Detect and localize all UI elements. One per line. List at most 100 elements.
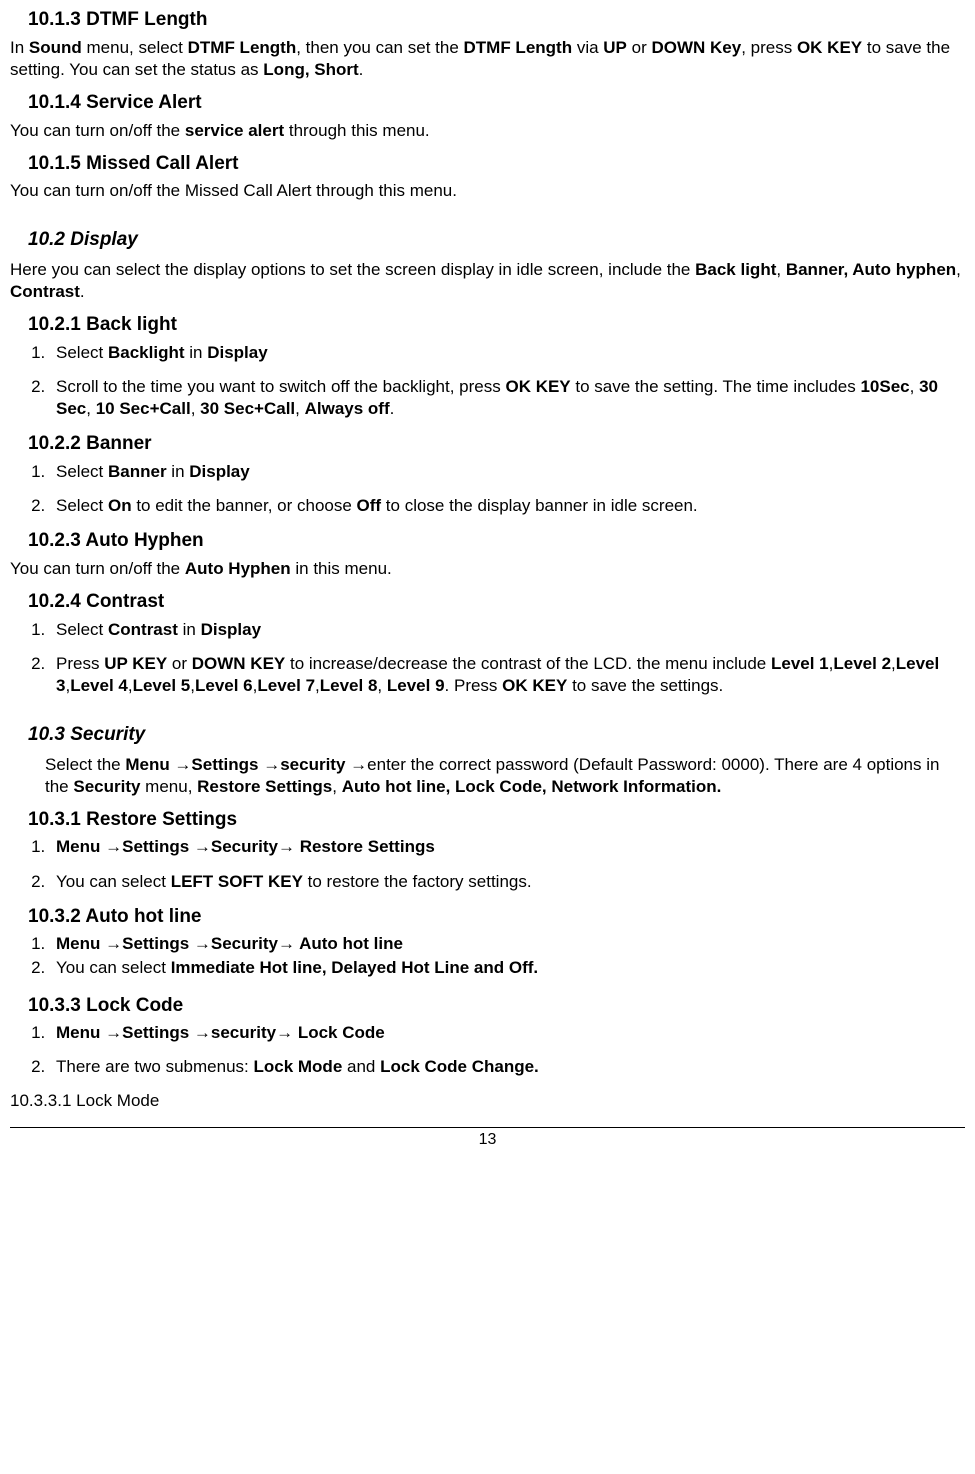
text: via	[572, 38, 603, 57]
text: Scroll to the time you want to switch of…	[56, 377, 505, 396]
text-bold: Restore Settings	[197, 777, 332, 796]
para-security: Select the Menu →Settings →security →ent…	[45, 754, 965, 798]
text-bold: Auto Hyphen	[185, 559, 291, 578]
text: ,	[956, 260, 961, 279]
text-bold: Always off	[305, 399, 390, 418]
text-bold: Lock Mode	[253, 1057, 342, 1076]
text-bold: Menu →Settings →security→ Lock Code	[56, 1023, 385, 1042]
list-item: Scroll to the time you want to switch of…	[50, 376, 965, 420]
text-bold: 10 Sec+Call	[96, 399, 191, 418]
text: through this menu.	[284, 121, 430, 140]
list-item: Menu →Settings →Security→ Restore Settin…	[50, 836, 965, 858]
text-bold: DOWN Key	[651, 38, 741, 57]
list-restore-settings: Menu →Settings →Security→ Restore Settin…	[10, 836, 965, 892]
text-bold: Contrast	[108, 620, 178, 639]
text: menu,	[140, 777, 197, 796]
heading-missed-call-alert: 10.1.5 Missed Call Alert	[28, 152, 965, 177]
heading-dtmf-length: 10.1.3 DTMF Length	[28, 8, 965, 33]
text: ,	[332, 777, 341, 796]
text: Select	[56, 620, 108, 639]
text-bold: Level 9	[387, 676, 445, 695]
list-back-light: Select Backlight in Display Scroll to th…	[10, 342, 965, 420]
text: Select	[56, 343, 108, 362]
text-bold: Level 2	[833, 654, 891, 673]
text-bold: Display	[189, 462, 249, 481]
text-bold: Level 6	[195, 676, 253, 695]
text-bold: Sound	[29, 38, 82, 57]
text-bold: Banner	[108, 462, 167, 481]
text: Select	[56, 496, 108, 515]
text: Here you can select the display options …	[10, 260, 695, 279]
text: Select the	[45, 755, 125, 774]
text: In	[10, 38, 29, 57]
text-bold: 30 Sec+Call	[200, 399, 295, 418]
text-bold: Level 8	[320, 676, 378, 695]
heading-security: 10.3 Security	[28, 723, 965, 748]
para-display: Here you can select the display options …	[10, 259, 965, 303]
text: ,	[191, 399, 200, 418]
heading-auto-hyphen: 10.2.3 Auto Hyphen	[28, 529, 965, 554]
text: You can turn on/off the	[10, 559, 185, 578]
text-bold: Display	[207, 343, 267, 362]
para-auto-hyphen: You can turn on/off the Auto Hyphen in t…	[10, 558, 965, 580]
text: You can turn on/off the	[10, 121, 185, 140]
text: .	[390, 399, 395, 418]
text-bold: Security	[73, 777, 140, 796]
text: .	[359, 60, 364, 79]
text-bold: Level 4	[70, 676, 128, 695]
text: to save the setting. The time includes	[571, 377, 861, 396]
text-bold: Display	[201, 620, 261, 639]
text-bold: Banner, Auto hyphen	[786, 260, 956, 279]
list-auto-hot-line: Menu →Settings →Security→ Auto hot line …	[10, 933, 965, 979]
list-item: Select Contrast in Display	[50, 619, 965, 641]
text-bold: service alert	[185, 121, 284, 140]
text-bold: UP	[603, 38, 627, 57]
heading-display: 10.2 Display	[28, 228, 965, 253]
text-bold: DOWN KEY	[192, 654, 286, 673]
heading-auto-hot-line: 10.3.2 Auto hot line	[28, 905, 965, 930]
text: to increase/decrease the contrast of the…	[285, 654, 771, 673]
list-item: Press UP KEY or DOWN KEY to increase/dec…	[50, 653, 965, 697]
text-bold: Auto hot line, Lock Code, Network Inform…	[342, 777, 722, 796]
text: ,	[86, 399, 95, 418]
text: in this menu.	[291, 559, 392, 578]
text: to close the display banner in idle scre…	[381, 496, 698, 515]
text-bold: Immediate Hot line, Delayed Hot Line and…	[171, 958, 538, 977]
text-bold: Level 7	[257, 676, 315, 695]
list-lock-code: Menu →Settings →security→ Lock Code Ther…	[10, 1022, 965, 1078]
heading-restore-settings: 10.3.1 Restore Settings	[28, 808, 965, 833]
text: , press	[741, 38, 797, 57]
list-item: Menu →Settings →Security→ Auto hot line	[50, 933, 965, 955]
text-bold: UP KEY	[104, 654, 167, 673]
text-bold: On	[108, 496, 132, 515]
text: in	[167, 462, 190, 481]
heading-back-light: 10.2.1 Back light	[28, 313, 965, 338]
list-item: Select Banner in Display	[50, 461, 965, 483]
text-bold: Contrast	[10, 282, 80, 301]
text: ,	[377, 676, 386, 695]
text: You can select	[56, 872, 171, 891]
text-bold: DTMF Length	[188, 38, 297, 57]
text-bold: Level 5	[133, 676, 191, 695]
text: or	[627, 38, 652, 57]
para-missed-call-alert: You can turn on/off the Missed Call Aler…	[10, 180, 965, 202]
list-item: There are two submenus: Lock Mode and Lo…	[50, 1056, 965, 1078]
text: Select	[56, 462, 108, 481]
list-item: Select Backlight in Display	[50, 342, 965, 364]
document-page: 10.1.3 DTMF Length In Sound menu, select…	[10, 0, 965, 1150]
text-bold: OK KEY	[505, 377, 570, 396]
text-bold: OK KEY	[502, 676, 567, 695]
text-bold: Menu →Settings →security →	[125, 755, 367, 774]
text-bold: Backlight	[108, 343, 185, 362]
text-bold: Lock Code Change.	[380, 1057, 539, 1076]
text: You can select	[56, 958, 171, 977]
heading-banner: 10.2.2 Banner	[28, 432, 965, 457]
heading-lock-code: 10.3.3 Lock Code	[28, 994, 965, 1019]
text: ,	[776, 260, 785, 279]
text: .	[80, 282, 85, 301]
text: to save the settings.	[567, 676, 723, 695]
list-item: Select On to edit the banner, or choose …	[50, 495, 965, 517]
para-dtmf-length: In Sound menu, select DTMF Length, then …	[10, 37, 965, 81]
text: to edit the banner, or choose	[132, 496, 357, 515]
list-contrast: Select Contrast in Display Press UP KEY …	[10, 619, 965, 697]
